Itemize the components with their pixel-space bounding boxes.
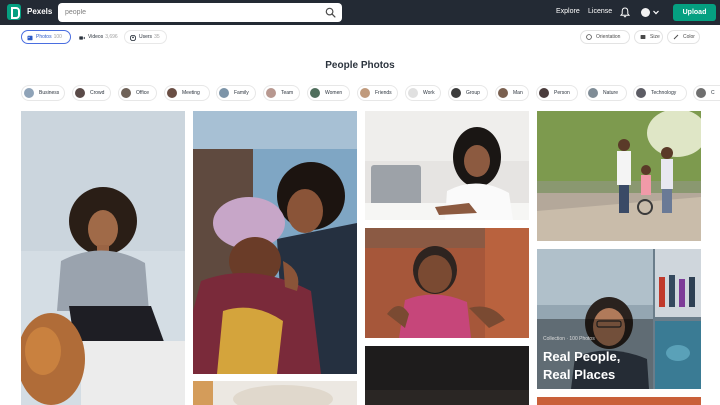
photo-family-walking[interactable] xyxy=(537,111,701,241)
team-thumbnail xyxy=(266,88,276,98)
chip-label: Meeting xyxy=(182,90,200,96)
friends-thumbnail xyxy=(360,88,370,98)
tab-users[interactable]: Users 35 xyxy=(124,30,167,44)
chip-person[interactable]: Person xyxy=(536,85,578,101)
tab-users-count: 35 xyxy=(154,34,160,40)
family-thumbnail xyxy=(219,88,229,98)
person-thumbnail xyxy=(539,88,549,98)
work-thumbnail xyxy=(408,88,418,98)
photo-dark-partial[interactable] xyxy=(365,346,529,405)
chip-label: Family xyxy=(234,90,249,96)
chip-team[interactable]: Team xyxy=(263,85,300,101)
business-thumbnail xyxy=(24,88,34,98)
user-icon xyxy=(130,35,136,41)
chip-work[interactable]: Work xyxy=(405,85,441,101)
office-thumbnail xyxy=(121,88,131,98)
man-thumbnail xyxy=(498,88,508,98)
tab-users-label: Users xyxy=(139,34,153,40)
chip-label: Nature xyxy=(603,90,619,96)
tab-photos-count: 100 xyxy=(53,34,62,40)
color-filter-label: Color xyxy=(683,34,695,40)
chevron-down-icon[interactable] xyxy=(652,9,660,16)
nav-license-link[interactable]: License xyxy=(588,8,612,15)
tab-photos-label: Photos xyxy=(36,34,52,40)
chip-partial[interactable]: C xyxy=(693,85,720,101)
photo-bright-partial[interactable] xyxy=(193,381,357,405)
size-filter[interactable]: Size xyxy=(634,30,663,44)
chip-crowd[interactable]: Crowd xyxy=(72,85,111,101)
tab-videos-count: 3,696 xyxy=(105,34,118,40)
chip-office[interactable]: Office xyxy=(118,85,157,101)
bell-icon[interactable] xyxy=(620,7,630,18)
chip-group[interactable]: Group xyxy=(448,85,488,101)
video-icon xyxy=(79,36,85,40)
chip-label: Crowd xyxy=(90,90,105,96)
nature-thumbnail xyxy=(588,88,598,98)
page-title: People Photos xyxy=(325,60,395,71)
tab-videos[interactable]: Videos 3,696 xyxy=(73,30,122,44)
collection-title-line2: Real Places xyxy=(543,367,616,382)
partial-chip-thumbnail xyxy=(696,88,706,98)
chip-business[interactable]: Business xyxy=(21,85,65,101)
chip-nature[interactable]: Nature xyxy=(585,85,627,101)
chip-label: Business xyxy=(39,90,60,96)
upload-button[interactable]: Upload xyxy=(673,4,716,21)
chip-label: Friends xyxy=(375,90,392,96)
chip-meeting[interactable]: Meeting xyxy=(164,85,210,101)
tab-photos[interactable]: Photos 100 xyxy=(21,30,71,44)
photo-couple-laughing[interactable] xyxy=(193,111,357,374)
chip-man[interactable]: Man xyxy=(495,85,529,101)
photo-woman-laptop[interactable] xyxy=(365,111,529,220)
color-filter[interactable]: Color xyxy=(667,30,700,44)
chip-label: Team xyxy=(281,90,294,96)
chip-label: Technology xyxy=(651,90,677,96)
size-filter-label: Size xyxy=(650,34,660,40)
search-input[interactable] xyxy=(65,7,315,18)
chip-women[interactable]: Women xyxy=(307,85,350,101)
nav-explore-link[interactable]: Explore xyxy=(556,8,580,15)
orientation-icon xyxy=(586,34,592,40)
size-icon xyxy=(640,35,646,39)
search-icon[interactable] xyxy=(325,7,336,18)
chip-label: Person xyxy=(554,90,570,96)
women-thumbnail xyxy=(310,88,320,98)
chip-label: Office xyxy=(136,90,149,96)
photo-girl-sitting[interactable] xyxy=(21,111,185,405)
top-navigation-bar: Pexels Explore License Upload xyxy=(0,0,720,25)
tab-videos-label: Videos xyxy=(88,34,104,40)
collection-title[interactable]: Real People, Real Places xyxy=(543,348,653,384)
color-pen-icon xyxy=(673,34,679,40)
chip-label: Work xyxy=(423,90,435,96)
collection-subtitle: Collection · 100 Photos xyxy=(543,336,595,342)
meeting-thumbnail xyxy=(167,88,177,98)
chip-label: Man xyxy=(513,90,523,96)
orientation-filter-label: Orientation xyxy=(596,34,621,40)
chip-label: Women xyxy=(325,90,343,96)
chip-friends[interactable]: Friends xyxy=(357,85,398,101)
orientation-filter[interactable]: Orientation xyxy=(580,30,630,44)
technology-thumbnail xyxy=(636,88,646,98)
crowd-thumbnail xyxy=(75,88,85,98)
pexels-logo-icon[interactable] xyxy=(7,4,21,20)
chip-technology[interactable]: Technology xyxy=(633,85,687,101)
image-icon xyxy=(27,35,33,41)
photo-bottom-partial[interactable] xyxy=(537,397,701,405)
photo-elderly-woman[interactable] xyxy=(365,228,529,338)
brand-name[interactable]: Pexels xyxy=(27,7,52,16)
chip-family[interactable]: Family xyxy=(216,85,256,101)
collection-title-line1: Real People, xyxy=(543,349,621,364)
group-thumbnail xyxy=(451,88,461,98)
avatar[interactable] xyxy=(641,8,650,17)
search-bar[interactable] xyxy=(58,3,342,22)
chip-label: Group xyxy=(466,90,480,96)
